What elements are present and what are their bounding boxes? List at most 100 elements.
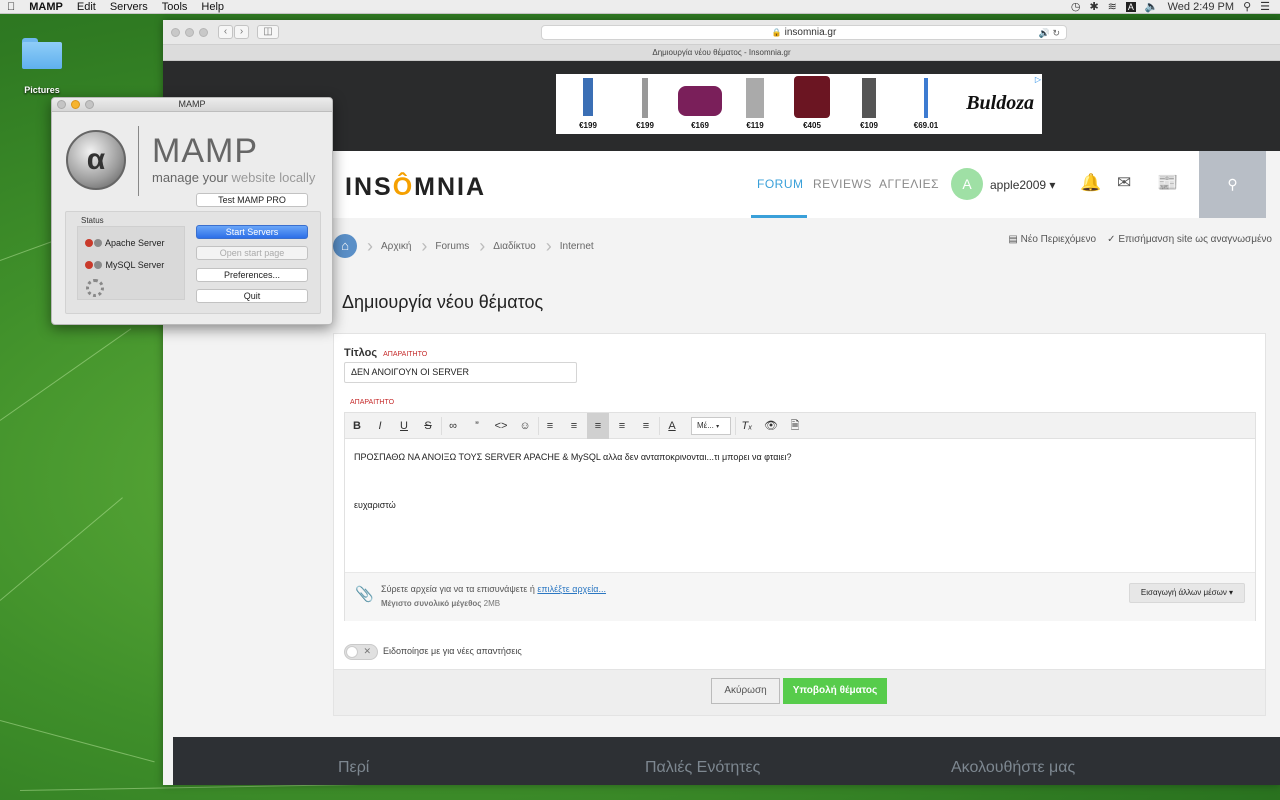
form-actions: Ακύρωση Υποβολή θέματος: [333, 670, 1266, 716]
test-mamp-pro-button[interactable]: Test MAMP PRO: [196, 193, 308, 207]
status-red-icon: [85, 239, 93, 247]
clear-format-icon[interactable]: Tₓ: [736, 413, 758, 439]
adchoices-icon[interactable]: ▷: [1035, 75, 1041, 84]
nav-reviews[interactable]: REVIEWS: [813, 177, 872, 191]
mark-read-link[interactable]: ✓ Επισήμανση site ως αναγνωσμένο: [1107, 234, 1272, 245]
forward-icon[interactable]: ›: [234, 25, 249, 39]
newspaper-icon[interactable]: 📰: [1157, 173, 1178, 193]
italic-icon[interactable]: I: [369, 413, 391, 439]
body-required-label: ΑΠΑΡΑΙΤΗΤΟ: [350, 399, 395, 406]
new-content-link[interactable]: ▤ Νέο Περιεχόμενο: [1008, 234, 1096, 245]
time-machine-icon[interactable]: ◷: [1071, 0, 1081, 13]
ad-banner[interactable]: €199 €199 €169 €119 €405 €109 €69.01 Bul…: [556, 74, 1042, 134]
editor-body[interactable]: ΠΡΟΣΠΑΘΩ ΝΑ ΑΝΟΙΞΩ ΤΟΥΣ SERVER APACHE & …: [345, 439, 1255, 523]
envelope-icon[interactable]: ✉: [1117, 173, 1131, 193]
back-icon[interactable]: ‹: [218, 25, 233, 39]
tab-title: Δημιουργία νέου θέματος - Insomnia.gr: [652, 48, 791, 57]
font-select[interactable]: Mέ... ▾: [691, 417, 731, 435]
quote-icon[interactable]: ”: [466, 413, 488, 439]
address-bar[interactable]: 🔒 insomnia.gr 🔊 ↻: [541, 25, 1067, 40]
attachment-area[interactable]: 📎 Σύρετε αρχεία για να τα επισυνάψετε ή …: [345, 572, 1255, 621]
window-minimize-button[interactable]: [185, 28, 194, 37]
address-text: insomnia.gr: [784, 27, 837, 38]
avatar[interactable]: A: [951, 168, 983, 200]
menu-app-name[interactable]: MAMP: [22, 0, 70, 14]
wifi-icon[interactable]: ≋: [1108, 0, 1117, 13]
menu-servers[interactable]: Servers: [103, 0, 155, 14]
text-color-icon[interactable]: A: [661, 413, 683, 439]
status-label: Status: [81, 216, 104, 225]
menu-edit[interactable]: Edit: [70, 0, 103, 14]
home-icon[interactable]: ⌂: [333, 234, 357, 258]
title-input[interactable]: ΔΕΝ ΑΝΟΙΓΟΥΝ ΟΙ SERVER: [344, 362, 577, 383]
mamp-close-button[interactable]: [57, 100, 66, 109]
menu-tools[interactable]: Tools: [155, 0, 195, 14]
menu-help[interactable]: Help: [194, 0, 231, 14]
ad-product[interactable]: €119: [727, 76, 783, 132]
search-button[interactable]: ⚲: [1199, 151, 1266, 218]
submit-topic-button[interactable]: Υποβολή θέματος: [783, 678, 887, 704]
mamp-minimize-button[interactable]: [71, 100, 80, 109]
page-title: Δημιουργία νέου θέματος: [342, 292, 544, 312]
cancel-button[interactable]: Ακύρωση: [711, 678, 780, 704]
caret-down-icon: ▾: [716, 424, 720, 430]
ad-product[interactable]: €169: [672, 76, 728, 132]
choose-files-link[interactable]: επιλέξτε αρχεία...: [537, 584, 606, 594]
align-right-icon[interactable]: ≡: [635, 413, 657, 439]
ad-product[interactable]: €199: [617, 76, 673, 132]
bold-icon[interactable]: B: [346, 413, 368, 439]
volume-icon[interactable]: 🔈: [1145, 0, 1159, 13]
spotlight-icon[interactable]: ⚲: [1243, 0, 1251, 13]
breadcrumb-item[interactable]: Αρχική: [381, 241, 411, 252]
window-close-button[interactable]: [171, 28, 180, 37]
status-grey-icon: [94, 239, 102, 247]
open-start-page-button[interactable]: Open start page: [196, 246, 308, 260]
menu-clock[interactable]: Wed 2:49 PM: [1168, 1, 1234, 13]
reload-icon[interactable]: ↻: [1052, 28, 1060, 38]
ad-product[interactable]: €405: [784, 76, 840, 132]
breadcrumb-item[interactable]: Forums: [435, 241, 469, 252]
nav-aggelies[interactable]: ΑΓΓΕΛΙΕΣ: [879, 177, 939, 191]
ad-product[interactable]: €199: [560, 76, 616, 132]
link-icon[interactable]: ∞: [442, 413, 464, 439]
bluetooth-icon[interactable]: ✱: [1089, 0, 1098, 13]
audio-icon[interactable]: 🔊: [1039, 28, 1050, 38]
quit-button[interactable]: Quit: [196, 289, 308, 303]
bullet-list-icon[interactable]: ≡: [539, 413, 561, 439]
mamp-window-title: MAMP: [178, 99, 206, 109]
mamp-zoom-button[interactable]: [85, 100, 94, 109]
bell-icon[interactable]: 🔔: [1080, 173, 1101, 193]
start-servers-button[interactable]: Start Servers: [196, 225, 308, 239]
emoji-icon[interactable]: ☺: [514, 413, 536, 439]
breadcrumb-item[interactable]: Internet: [560, 241, 594, 252]
ad-product[interactable]: €109: [841, 76, 897, 132]
align-left-icon[interactable]: ≡: [587, 413, 609, 439]
notify-toggle[interactable]: ✕: [344, 644, 378, 660]
editor-toolbar: B I U S ∞ ” <> ☺ ≡ ≡ ≡ ≡ ≡ A Mέ... ▾ Tₓ …: [345, 413, 1255, 439]
window-zoom-button[interactable]: [199, 28, 208, 37]
preferences-button[interactable]: Preferences...: [196, 268, 308, 282]
underline-icon[interactable]: U: [393, 413, 415, 439]
browser-tab[interactable]: Δημιουργία νέου θέματος - Insomnia.gr: [163, 45, 1280, 61]
input-source-icon[interactable]: A: [1125, 1, 1136, 12]
preview-icon[interactable]: 👁: [760, 413, 782, 439]
numbered-list-icon[interactable]: ≡: [563, 413, 585, 439]
site-logo[interactable]: INSÔMNIA: [345, 173, 486, 202]
strikethrough-icon[interactable]: S: [417, 413, 439, 439]
document-icon[interactable]: 🗎: [784, 413, 806, 439]
ad-product[interactable]: €69.01: [898, 76, 954, 132]
user-menu[interactable]: apple2009 ▾: [990, 178, 1055, 192]
apple-menu-icon[interactable]: : [0, 0, 22, 14]
notification-center-icon[interactable]: ☰: [1260, 0, 1270, 13]
site-header: INSÔMNIA FORUM REVIEWS ΑΓΓΕΛΙΕΣ A apple2…: [333, 151, 1266, 218]
nav-forum[interactable]: FORUM: [757, 177, 804, 191]
title-label: Τίτλος ΑΠΑΡΑΙΤΗΤΟ: [344, 347, 428, 359]
sidebar-icon[interactable]: ◫: [257, 25, 279, 39]
menu-bar:  MAMP Edit Servers Tools Help ◷ ✱ ≋ A 🔈…: [0, 0, 1280, 14]
align-center-icon[interactable]: ≡: [611, 413, 633, 439]
code-icon[interactable]: <>: [490, 413, 512, 439]
breadcrumb-item[interactable]: Διαδίκτυο: [493, 241, 535, 252]
desktop-folder-pictures[interactable]: Pictures: [18, 38, 66, 95]
breadcrumb-chevron-icon: ›: [545, 236, 552, 256]
insert-media-button[interactable]: Εισαγωγή άλλων μέσων ▾: [1129, 583, 1245, 603]
